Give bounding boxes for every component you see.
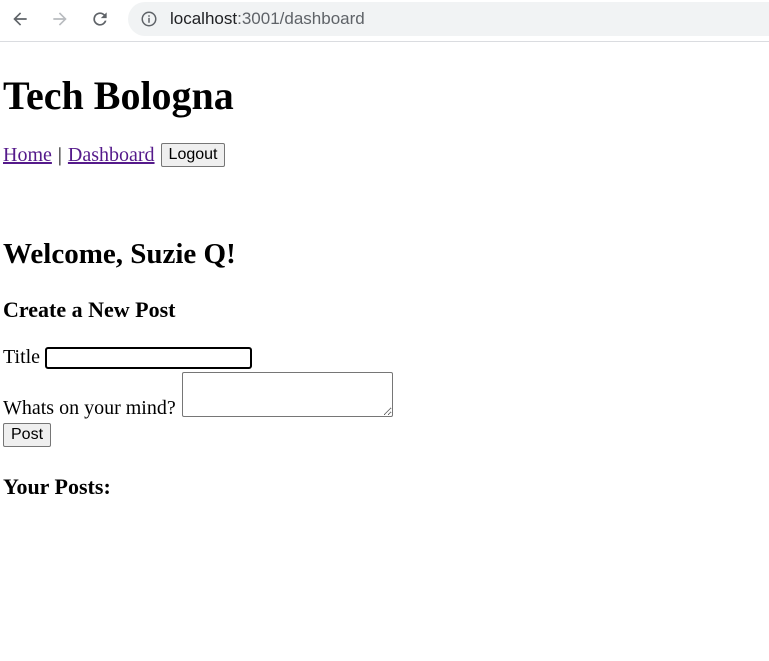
title-input[interactable] bbox=[45, 346, 253, 369]
title-label: Title bbox=[3, 346, 41, 368]
welcome-heading: Welcome, Suzie Q! bbox=[3, 238, 236, 270]
address-bar[interactable]: localhost:3001/dashboard bbox=[128, 2, 769, 36]
create-post-heading: Create a New Post bbox=[3, 297, 176, 322]
nav-link-dashboard[interactable]: Dashboard bbox=[68, 143, 155, 167]
your-posts-heading: Your Posts: bbox=[3, 474, 111, 499]
post-button[interactable]: Post bbox=[3, 423, 52, 447]
arrow-left-icon bbox=[13, 12, 27, 26]
nav-separator: | bbox=[57, 144, 62, 166]
url-path: :3001/dashboard bbox=[237, 9, 365, 28]
forward-button[interactable] bbox=[47, 6, 73, 32]
site-title: Tech Bologna bbox=[3, 73, 234, 118]
title-field-row: Title bbox=[3, 346, 253, 369]
body-field-row: Whats on your mind? bbox=[3, 372, 393, 419]
arrow-right-icon bbox=[53, 12, 67, 26]
reload-icon bbox=[93, 12, 107, 26]
reload-button[interactable] bbox=[87, 6, 113, 32]
browser-toolbar: localhost:3001/dashboard bbox=[0, 0, 769, 42]
body-label: Whats on your mind? bbox=[3, 397, 176, 419]
nav-link-home[interactable]: Home bbox=[3, 143, 52, 167]
url-host: localhost bbox=[170, 9, 238, 28]
site-nav: Home | Dashboard Logout bbox=[3, 143, 226, 167]
info-icon[interactable] bbox=[140, 10, 158, 28]
body-textarea[interactable] bbox=[181, 372, 393, 417]
logout-button[interactable]: Logout bbox=[160, 143, 226, 167]
back-button[interactable] bbox=[7, 6, 33, 32]
